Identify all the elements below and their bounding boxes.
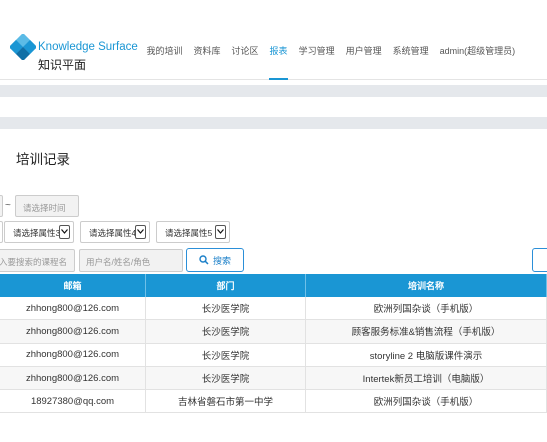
email-cell: zhhong800@126.com [0, 366, 146, 390]
diamond-logo-icon [10, 34, 36, 60]
start-date-input[interactable] [0, 195, 3, 217]
attribute-3-value: 请选择属性3 [13, 228, 61, 238]
nav-item-user-account[interactable]: admin(超级管理员) [434, 36, 521, 80]
page-title: 培训记录 [16, 152, 70, 167]
attribute-select-partial[interactable] [0, 221, 3, 243]
department-cell: 长沙医学院 [146, 366, 306, 390]
table-row[interactable]: zhhong800@126.com 长沙医学院 storyline 2 电脑版课… [0, 343, 547, 367]
end-date-input[interactable]: 请选择时间 [15, 195, 79, 217]
department-cell: 长沙医学院 [146, 320, 306, 343]
training-name-cell: storyline 2 电脑版课件演示 [306, 343, 547, 366]
brand-name-cn: 知识平面 [38, 58, 87, 72]
nav-item-library[interactable]: 资料库 [188, 36, 226, 80]
training-name-cell: 顾客服务标准&销售流程（手机版） [306, 320, 547, 343]
table-row[interactable]: zhhong800@126.com 长沙医学院 顾客服务标准&销售流程（手机版） [0, 320, 547, 344]
chevron-down-icon[interactable] [135, 225, 146, 239]
app-header: Knowledge Surface 知识平面 我的培训 资料库 讨论区 报表 学… [0, 0, 547, 80]
nav-item-user-management[interactable]: 用户管理 [340, 36, 387, 80]
section-band [0, 117, 547, 129]
chevron-down-icon[interactable] [59, 225, 70, 239]
search-icon [199, 255, 209, 265]
email-cell: zhhong800@126.com [0, 297, 146, 320]
training-name-cell: 欧洲列国杂谈（手机版） [306, 390, 547, 413]
email-cell: 18927380@qq.com [0, 390, 146, 413]
email-cell: zhhong800@126.com [0, 343, 146, 366]
chevron-down-icon[interactable] [215, 225, 226, 239]
course-search-input[interactable]: 入要搜索的课程名 [0, 249, 75, 272]
table-row[interactable]: zhhong800@126.com 长沙医学院 欧洲列国杂谈（手机版） [0, 297, 547, 321]
nav-item-my-training[interactable]: 我的培训 [141, 36, 188, 80]
department-cell: 吉林省磐石市第一中学 [146, 390, 306, 413]
attribute-5-value: 请选择属性5 [165, 228, 213, 238]
training-records-table: 邮箱 部门 培训名称 zhhong800@126.com 长沙医学院 欧洲列国杂… [0, 274, 547, 414]
brand-name-en: Knowledge Surface [38, 41, 138, 53]
nav-item-reports[interactable]: 报表 [264, 36, 293, 80]
main-nav: 我的培训 资料库 讨论区 报表 学习管理 用户管理 系统管理 admin(超级管… [141, 36, 521, 80]
column-header-department[interactable]: 部门 [146, 274, 306, 297]
nav-item-system-management[interactable]: 系统管理 [387, 36, 434, 80]
nav-item-learning-management[interactable]: 学习管理 [293, 36, 340, 80]
user-search-input[interactable]: 用户名/姓名/角色 [79, 249, 183, 272]
search-button[interactable]: 搜索 [186, 248, 244, 272]
attribute-4-select[interactable]: 请选择属性4 [80, 221, 150, 243]
column-header-email[interactable]: 邮箱 [0, 274, 146, 297]
training-name-cell: 欧洲列国杂谈（手机版） [306, 297, 547, 320]
attribute-5-select[interactable]: 请选择属性5 [156, 221, 230, 243]
attribute-4-value: 请选择属性4 [89, 228, 137, 238]
action-button[interactable] [532, 248, 547, 272]
table-header: 邮箱 部门 培训名称 [0, 274, 547, 297]
search-button-label: 搜索 [212, 255, 231, 266]
department-cell: 长沙医学院 [146, 343, 306, 366]
column-header-training-name[interactable]: 培训名称 [306, 274, 547, 297]
table-row[interactable]: zhhong800@126.com 长沙医学院 Intertek新员工培训（电脑… [0, 366, 547, 391]
subnav-band [0, 85, 547, 97]
training-name-cell: Intertek新员工培训（电脑版） [306, 366, 547, 390]
table-row[interactable]: 18927380@qq.com 吉林省磐石市第一中学 欧洲列国杂谈（手机版） [0, 390, 547, 414]
nav-item-discussion[interactable]: 讨论区 [226, 36, 264, 80]
attribute-3-select[interactable]: 请选择属性3 [4, 221, 74, 243]
date-range-separator: ~ [5, 200, 11, 211]
department-cell: 长沙医学院 [146, 297, 306, 320]
email-cell: zhhong800@126.com [0, 320, 146, 343]
